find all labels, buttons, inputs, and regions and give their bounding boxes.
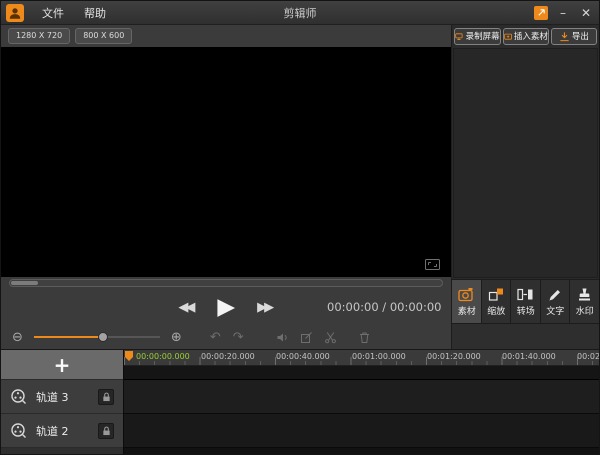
- track-headers: + 轨道 3: [1, 350, 123, 454]
- insert-media-button[interactable]: 插入素材: [503, 28, 549, 45]
- scale-icon: [488, 287, 505, 302]
- menu-item-help[interactable]: 帮助: [74, 2, 116, 24]
- camera-icon: [458, 287, 475, 302]
- tab-zoom-label: 缩放: [487, 304, 505, 317]
- main-area: 1280 X 720 800 X 600 ◀◀ ▶ ▶▶: [1, 25, 599, 349]
- forward-button[interactable]: ▶▶: [257, 300, 274, 315]
- resolution-button-800x600[interactable]: 800 X 600: [75, 28, 132, 44]
- lock-icon: [102, 392, 111, 402]
- track-header-2[interactable]: 轨道 2: [1, 414, 123, 448]
- edit-clip-icon[interactable]: [298, 328, 316, 346]
- ruler-label-0: 00:00:00.000: [136, 352, 190, 361]
- editor-left-column: 1280 X 720 800 X 600 ◀◀ ▶ ▶▶: [1, 25, 451, 349]
- mute-icon[interactable]: [274, 328, 292, 346]
- zoom-in-icon[interactable]: ⊕: [171, 331, 182, 344]
- panel-actions: 录制屏幕 插入素材 导出: [452, 25, 599, 47]
- tab-transition-label: 转场: [517, 304, 535, 317]
- ruler-label-1: 00:00:20.000: [201, 352, 255, 361]
- delete-clip-icon[interactable]: [356, 328, 374, 346]
- tab-material[interactable]: 素材: [452, 279, 482, 323]
- play-button[interactable]: ▶: [217, 296, 235, 319]
- rewind-button[interactable]: ◀◀: [178, 300, 195, 315]
- track-header-3[interactable]: 轨道 3: [1, 380, 123, 414]
- preview-scrollbar-thumb[interactable]: [11, 281, 38, 285]
- timeline-lanes: 00:00:00.000 00:00:20.000 00:00:40.000 0…: [123, 350, 599, 454]
- redo-icon[interactable]: ↷: [233, 331, 244, 344]
- film-reel-icon: [10, 388, 27, 405]
- plus-icon: +: [54, 355, 71, 375]
- fit-screen-icon[interactable]: [425, 259, 440, 270]
- film-reel-icon: [10, 422, 27, 439]
- zoom-slider-fill: [34, 336, 103, 338]
- track-lock-button[interactable]: [98, 423, 114, 439]
- export-button[interactable]: 导出: [551, 28, 597, 45]
- minimize-button[interactable]: –: [555, 6, 571, 20]
- resolution-button-1280x720[interactable]: 1280 X 720: [8, 28, 70, 44]
- ruler-label-3: 00:01:00.000: [352, 352, 406, 361]
- zoom-slider-thumb[interactable]: [98, 332, 108, 342]
- ruler-label-4: 00:01:20.000: [427, 352, 481, 361]
- record-screen-button[interactable]: 录制屏幕: [454, 28, 500, 45]
- tab-text[interactable]: 文字: [541, 279, 571, 323]
- track-label: 轨道 3: [36, 389, 89, 405]
- close-button[interactable]: ✕: [578, 6, 594, 20]
- resolution-toolbar: 1280 X 720 800 X 600: [1, 25, 451, 47]
- preview-area: [1, 47, 451, 277]
- media-panel: 录制屏幕 插入素材 导出: [451, 25, 599, 349]
- app-window: 文件 帮助 剪辑师 – ✕ 1280 X 720 800 X 600: [0, 0, 600, 455]
- tab-material-label: 素材: [458, 304, 476, 317]
- tab-zoom[interactable]: 缩放: [482, 279, 512, 323]
- timeline-lane-track-2[interactable]: [124, 414, 599, 448]
- timeline-lanes-filler: [124, 448, 599, 454]
- ruler-label-2: 00:00:40.000: [276, 352, 330, 361]
- timeline-lane-track-3[interactable]: [124, 380, 599, 414]
- ruler-label-5: 00:01:40.000: [502, 352, 556, 361]
- tab-watermark[interactable]: 水印: [570, 279, 599, 323]
- media-library-list[interactable]: [453, 48, 598, 278]
- pencil-icon: [547, 287, 564, 302]
- track-lock-button[interactable]: [98, 389, 114, 405]
- undo-icon[interactable]: ↶: [210, 331, 221, 344]
- transition-icon: [517, 287, 534, 302]
- zoom-out-icon[interactable]: ⊖: [12, 331, 23, 344]
- tab-text-label: 文字: [546, 304, 564, 317]
- stamp-icon: [576, 287, 593, 302]
- app-logo-icon: [6, 4, 24, 22]
- titlebar: 文件 帮助 剪辑师 – ✕: [1, 1, 599, 25]
- timeline-ruler[interactable]: 00:00:00.000 00:00:20.000 00:00:40.000 0…: [124, 350, 599, 366]
- timeline-toolbar: ⊖ ⊕ ↶ ↷: [1, 325, 451, 349]
- transport-controls: ◀◀ ▶ ▶▶ 00:00:00 / 00:00:00: [1, 289, 451, 325]
- preview-scrollbar-track[interactable]: [9, 279, 443, 287]
- tab-transition[interactable]: 转场: [511, 279, 541, 323]
- timeline-zoom-slider[interactable]: [34, 336, 160, 338]
- record-screen-label: 录制屏幕: [466, 30, 500, 42]
- insert-media-label: 插入素材: [514, 30, 548, 42]
- tab-watermark-label: 水印: [576, 304, 594, 317]
- panel-footer: [452, 323, 599, 349]
- track-label: 轨道 2: [36, 423, 89, 439]
- timeline: + 轨道 3: [1, 349, 599, 454]
- panel-tabs: 素材 缩放 转场: [452, 279, 599, 323]
- theme-icon[interactable]: [534, 6, 548, 20]
- playhead-marker[interactable]: [124, 350, 134, 364]
- track-headers-filler: [1, 448, 123, 454]
- lock-icon: [102, 426, 111, 436]
- preview-scrollbar-row: [1, 277, 451, 289]
- scissors-icon[interactable]: [322, 328, 340, 346]
- timeline-lane-strip: [124, 366, 599, 380]
- add-track-button[interactable]: +: [1, 350, 123, 380]
- menu-item-file[interactable]: 文件: [32, 2, 74, 24]
- export-label: 导出: [572, 30, 589, 42]
- ruler-label-6: 00:02:00.000: [577, 352, 599, 361]
- window-controls: – ✕: [534, 6, 594, 20]
- time-display: 00:00:00 / 00:00:00: [327, 300, 441, 314]
